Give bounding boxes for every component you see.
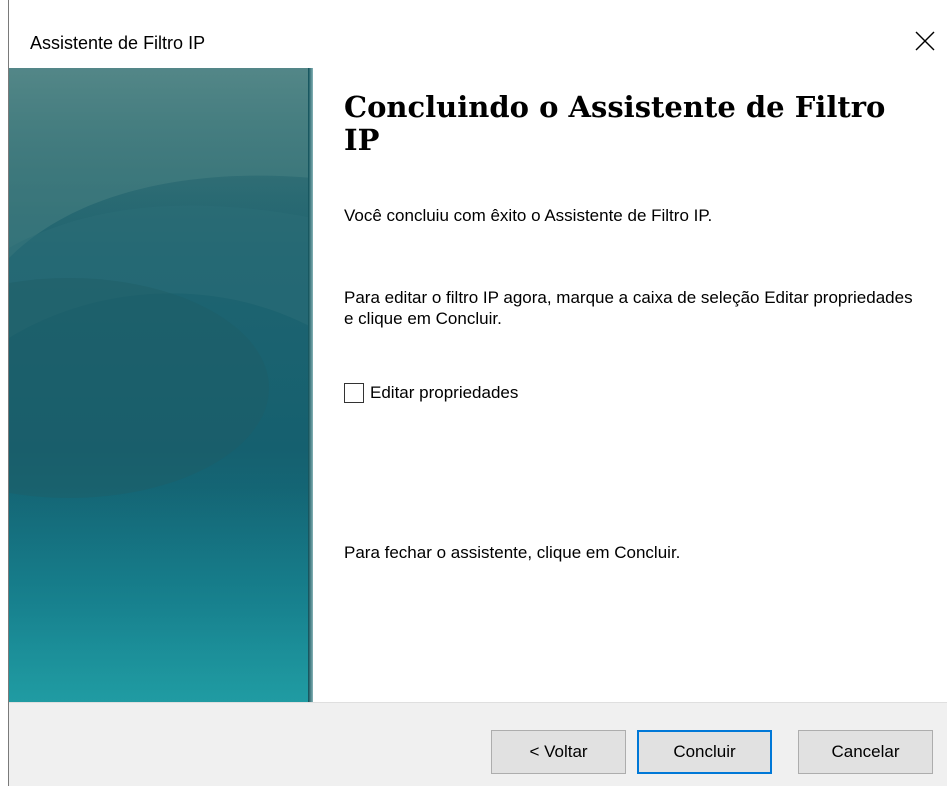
finish-button[interactable]: Concluir (637, 730, 772, 774)
checkbox-label[interactable]: Editar propriedades (370, 383, 518, 403)
checkbox-box[interactable] (344, 383, 364, 403)
success-message: Você concluiu com êxito o Assistente de … (344, 206, 713, 225)
page-title: Concluindo o Assistente de Filtro IP (344, 90, 886, 157)
wizard-side-banner (9, 68, 313, 702)
title-bar: Assistente de Filtro IP (9, 0, 947, 66)
side-banner-edge (308, 68, 313, 702)
wizard-window: Assistente de Filtro IP Concluindo o Ass… (8, 0, 947, 786)
banner-graphic (9, 68, 313, 702)
edit-instructions: Para editar o filtro IP agora, marque a … (344, 288, 913, 328)
window-title: Assistente de Filtro IP (30, 33, 206, 53)
close-icon (915, 31, 935, 51)
edit-properties-checkbox[interactable]: Editar propriedades (344, 383, 518, 403)
cancel-button[interactable]: Cancelar (798, 730, 933, 774)
back-button[interactable]: < Voltar (491, 730, 626, 774)
close-button[interactable] (902, 18, 947, 64)
close-instructions: Para fechar o assistente, clique em Conc… (344, 543, 681, 562)
button-bar: < Voltar Concluir Cancelar (9, 702, 947, 786)
